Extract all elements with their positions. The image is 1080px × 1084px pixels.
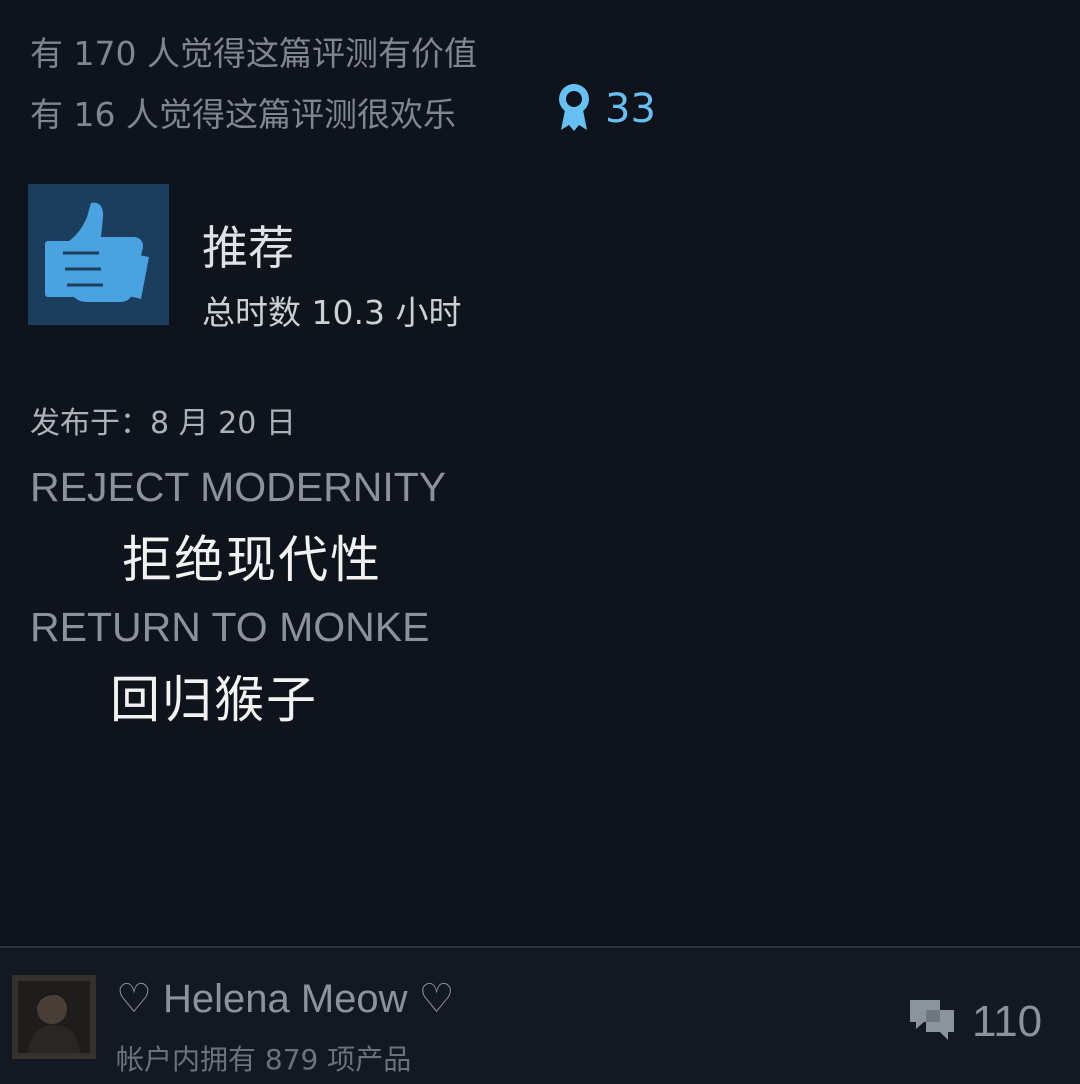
award-count: 33 <box>605 86 656 132</box>
award-ribbon-icon <box>555 82 593 136</box>
comment-bubble-icon <box>906 996 958 1048</box>
author-footer: ♡ Helena Meow ♡ 帐户内拥有 879 项产品 110 <box>0 948 1080 1084</box>
helpful-count-text: 有 170 人觉得这篇评测有价值 <box>30 34 477 73</box>
posted-date: 发布于：8 月 20 日 <box>30 406 296 441</box>
hours-played: 总时数 10.3 小时 <box>202 293 462 332</box>
award-badge[interactable]: 33 <box>555 82 656 136</box>
avatar[interactable] <box>12 975 96 1059</box>
thumbs-up-icon <box>41 195 157 315</box>
comment-count: 110 <box>972 997 1043 1046</box>
review-text-line: 拒绝现代性 <box>122 531 382 589</box>
review-text-line: 回归猴子 <box>110 671 318 729</box>
recommendation-badge <box>28 184 169 325</box>
review-text-line: RETURN TO MONKE <box>30 604 430 650</box>
review-text-line: REJECT MODERNITY <box>30 464 447 510</box>
recommendation-label: 推荐 <box>202 221 294 275</box>
products-owned: 帐户内拥有 879 项产品 <box>116 1043 412 1076</box>
comments-button[interactable]: 110 <box>906 996 1042 1048</box>
funny-count-text: 有 16 人觉得这篇评测很欢乐 <box>30 95 456 134</box>
author-name[interactable]: ♡ Helena Meow ♡ <box>116 976 455 1022</box>
